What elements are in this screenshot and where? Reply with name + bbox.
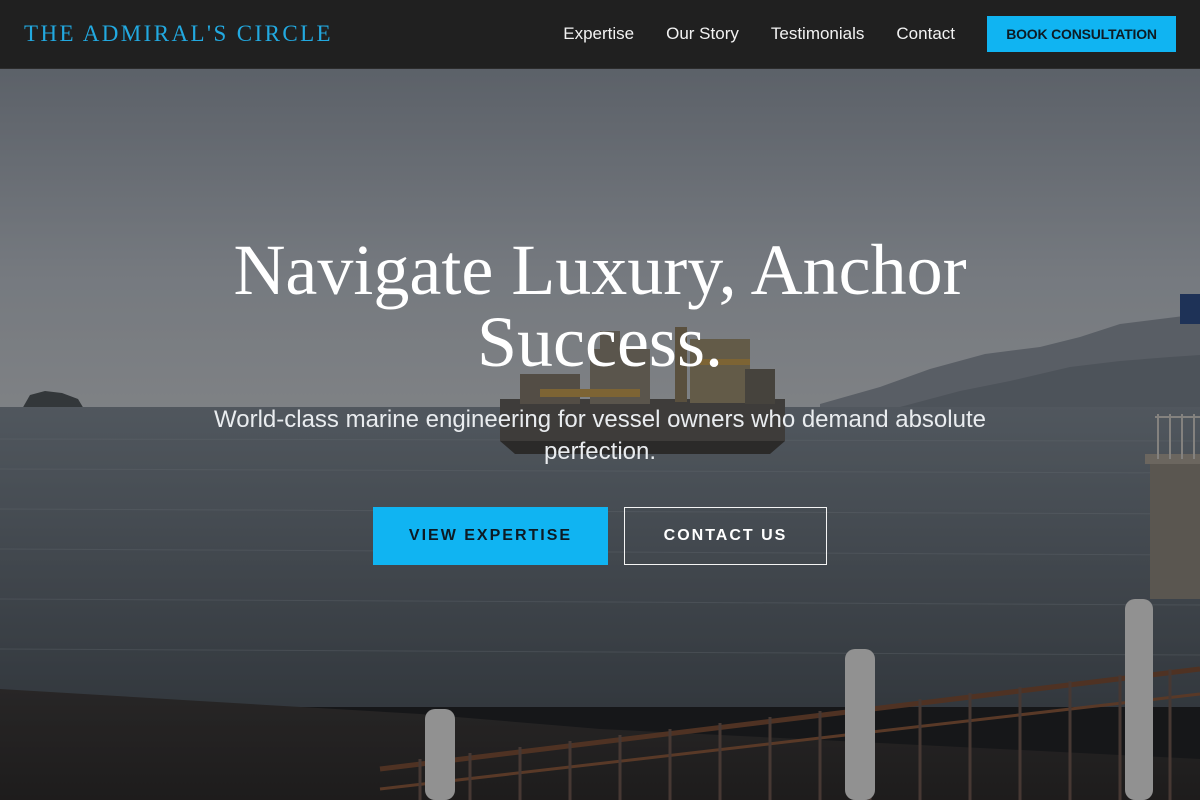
nav-item-our-story[interactable]: Our Story [666,24,739,44]
view-expertise-button[interactable]: VIEW EXPERTISE [373,507,608,565]
site-header: THE ADMIRAL'S CIRCLE Expertise Our Story… [0,0,1200,69]
nav-item-contact[interactable]: Contact [896,24,955,44]
nav-item-expertise[interactable]: Expertise [563,24,634,44]
hero-section: Navigate Luxury, Anchor Success. World-c… [0,69,1200,800]
contact-us-button[interactable]: CONTACT US [624,507,827,565]
hero-subtitle: World-class marine engineering for vesse… [214,406,986,465]
hero-title: Navigate Luxury, Anchor Success. [233,230,967,382]
hero-content: Navigate Luxury, Anchor Success. World-c… [0,69,1200,800]
nav-item-testimonials[interactable]: Testimonials [771,24,865,44]
main-nav: Expertise Our Story Testimonials Contact… [563,16,1176,52]
brand-logo[interactable]: THE ADMIRAL'S CIRCLE [24,21,333,47]
hero-buttons: VIEW EXPERTISE CONTACT US [373,507,827,565]
book-consultation-button[interactable]: BOOK CONSULTATION [987,16,1176,52]
